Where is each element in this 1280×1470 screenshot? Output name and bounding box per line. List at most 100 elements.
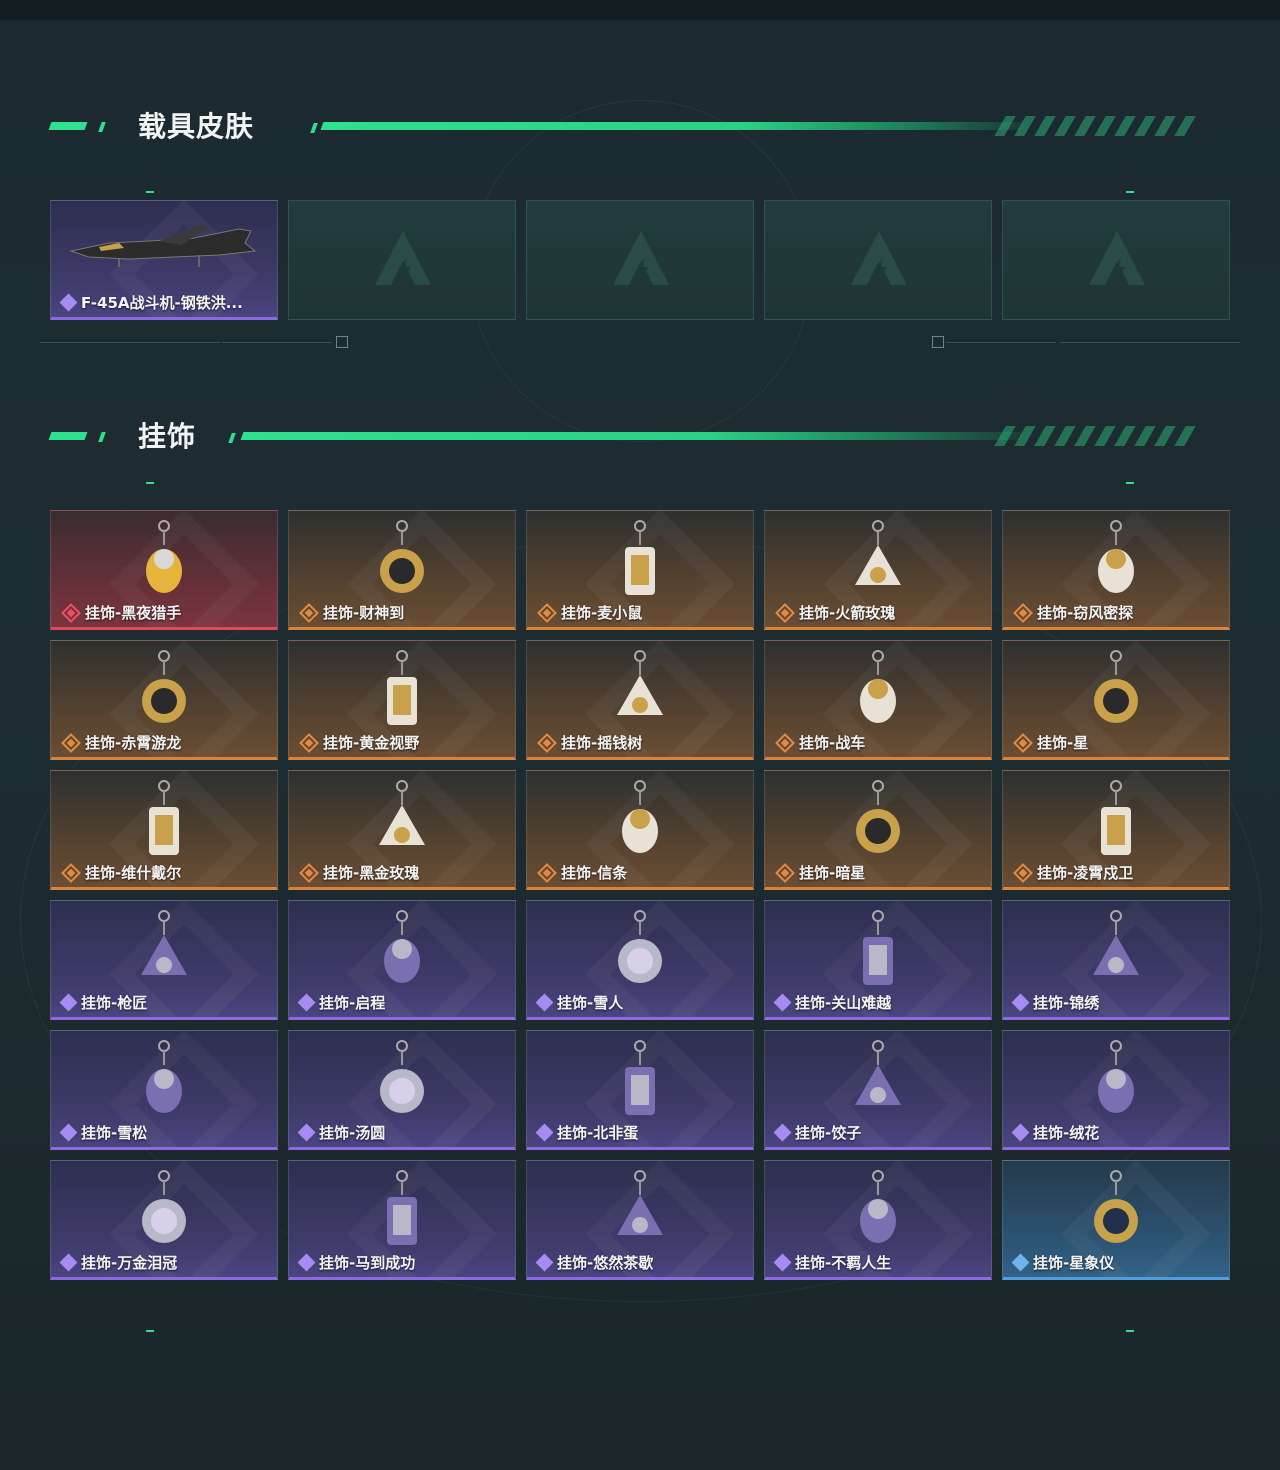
charm-card[interactable]: 挂饰-摇钱树: [526, 640, 754, 760]
charm-card[interactable]: 挂饰-信条: [526, 770, 754, 890]
charm-card[interactable]: 挂饰-黄金视野: [288, 640, 516, 760]
empty-slot: [1002, 200, 1230, 320]
card-label: 挂饰-火箭玫瑰: [775, 602, 895, 623]
item-name: 挂饰-窃风密探: [1037, 604, 1134, 622]
charm-card[interactable]: 挂饰-麦小鼠: [526, 510, 754, 630]
item-name: 挂饰-麦小鼠: [561, 604, 643, 622]
placeholder-logo-icon: [375, 231, 431, 285]
charm-card[interactable]: 挂饰-战车: [764, 640, 992, 760]
charm-card[interactable]: 挂饰-雪松: [50, 1030, 278, 1150]
card-label: 挂饰-战车: [775, 732, 865, 753]
item-name: 挂饰-不羁人生: [795, 1254, 892, 1272]
card-label: 挂饰-雪松: [59, 1122, 147, 1143]
rarity-diamond-icon: [299, 732, 319, 753]
rarity-diamond-icon: [1013, 732, 1033, 753]
section-header-vehicle-skins: 载具皮肤: [48, 108, 1230, 148]
corner-mark: [146, 482, 154, 484]
charm-card[interactable]: 挂饰-火箭玫瑰: [764, 510, 992, 630]
item-name: 挂饰-北非蛋: [557, 1124, 639, 1142]
card-label: 挂饰-星象仪: [1011, 1252, 1115, 1273]
card-label: 挂饰-麦小鼠: [537, 602, 642, 623]
charm-card[interactable]: 挂饰-启程: [288, 900, 516, 1020]
charm-image: [863, 910, 893, 985]
charm-card[interactable]: 挂饰-财神到: [288, 510, 516, 630]
placeholder-logo-icon: [851, 231, 907, 285]
charm-image: [617, 650, 663, 715]
header-dash: [48, 432, 88, 440]
header-tick: [98, 122, 106, 132]
card-label: 挂饰-摇钱树: [537, 732, 642, 753]
charm-card[interactable]: 挂饰-马到成功: [288, 1160, 516, 1280]
corner-mark: [1126, 482, 1134, 484]
rarity-diamond-icon: [297, 1123, 316, 1141]
header-checker: [994, 426, 1206, 446]
card-label: 挂饰-马到成功: [297, 1252, 415, 1273]
charm-card[interactable]: 挂饰-暗星: [764, 770, 992, 890]
rarity-diamond-icon: [775, 862, 795, 883]
item-name: 挂饰-赤霄游龙: [85, 734, 182, 752]
charm-image: [387, 1170, 417, 1245]
charm-card[interactable]: 挂饰-锦绣: [1002, 900, 1230, 1020]
charm-card[interactable]: 挂饰-星: [1002, 640, 1230, 760]
divider-line: [40, 342, 220, 343]
card-label: 挂饰-黑夜猎手: [61, 602, 181, 623]
charm-card[interactable]: 挂饰-雪人: [526, 900, 754, 1020]
charm-image: [625, 520, 655, 595]
rarity-diamond-icon: [775, 602, 795, 623]
item-name: 挂饰-财神到: [323, 604, 405, 622]
charm-card[interactable]: 挂饰-汤圆: [288, 1030, 516, 1150]
charm-grid: 挂饰-黑夜猎手 挂饰-财神到 挂饰-麦小鼠 挂饰-火箭玫瑰 挂饰-窃风密探挂饰-赤霄游龙…: [50, 510, 1230, 1280]
charm-card[interactable]: 挂饰-凌霄戍卫: [1002, 770, 1230, 890]
card-label: 挂饰-枪匠: [59, 992, 147, 1013]
fighter-jet-image: [69, 225, 257, 267]
card-label: 挂饰-维什戴尔: [61, 862, 181, 883]
top-bar: [0, 0, 1280, 20]
item-name: 挂饰-信条: [561, 864, 628, 882]
item-name: 挂饰-启程: [319, 994, 386, 1012]
charm-card[interactable]: 挂饰-关山难越: [764, 900, 992, 1020]
rarity-diamond-icon: [59, 1123, 78, 1141]
card-label: 挂饰-雪人: [535, 992, 623, 1013]
charm-card[interactable]: 挂饰-枪匠: [50, 900, 278, 1020]
header-line: [240, 432, 1024, 440]
card-label: 挂饰-不羁人生: [773, 1252, 892, 1273]
charm-image: [622, 780, 658, 853]
charm-card[interactable]: 挂饰-悠然茶歇: [526, 1160, 754, 1280]
charm-card[interactable]: 挂饰-赤霄游龙: [50, 640, 278, 760]
rarity-diamond-icon: [297, 993, 316, 1011]
charm-image: [860, 1170, 896, 1243]
item-name: 挂饰-星象仪: [1033, 1254, 1115, 1272]
charm-image: [618, 910, 662, 983]
card-label: 挂饰-饺子: [773, 1122, 861, 1143]
charm-card[interactable]: 挂饰-维什戴尔: [50, 770, 278, 890]
charm-card[interactable]: 挂饰-星象仪: [1002, 1160, 1230, 1280]
charm-image: [141, 910, 187, 975]
card-label: 挂饰-关山难越: [773, 992, 891, 1013]
item-name: F-45A战斗机-钢铁洪...: [81, 294, 243, 312]
rarity-diamond-icon: [775, 732, 795, 753]
charm-card[interactable]: 挂饰-万金泪冠: [50, 1160, 278, 1280]
charm-card[interactable]: 挂饰-黑金玫瑰: [288, 770, 516, 890]
vehicle-card[interactable]: F-45A战斗机-钢铁洪...: [50, 200, 278, 320]
charm-image: [384, 910, 420, 983]
item-name: 挂饰-黑夜猎手: [85, 604, 182, 622]
charm-image: [617, 1170, 663, 1235]
charm-card[interactable]: 挂饰-饺子: [764, 1030, 992, 1150]
rarity-diamond-icon: [61, 732, 81, 753]
empty-slot: [764, 200, 992, 320]
empty-slot: [288, 200, 516, 320]
divider-square: [336, 336, 348, 348]
charm-card[interactable]: 挂饰-黑夜猎手: [50, 510, 278, 630]
charm-card[interactable]: 挂饰-窃风密探: [1002, 510, 1230, 630]
card-label: 挂饰-启程: [297, 992, 386, 1013]
placeholder-logo-icon: [613, 231, 669, 285]
card-label: 挂饰-绒花: [1011, 1122, 1099, 1143]
charm-card[interactable]: 挂饰-北非蛋: [526, 1030, 754, 1150]
charm-image: [380, 520, 424, 593]
rarity-diamond-icon: [773, 1253, 792, 1271]
rarity-diamond-icon: [297, 1253, 316, 1271]
card-label: 挂饰-财神到: [299, 602, 404, 623]
rarity-diamond-icon: [535, 1253, 554, 1271]
charm-card[interactable]: 挂饰-不羁人生: [764, 1160, 992, 1280]
charm-card[interactable]: 挂饰-绒花: [1002, 1030, 1230, 1150]
